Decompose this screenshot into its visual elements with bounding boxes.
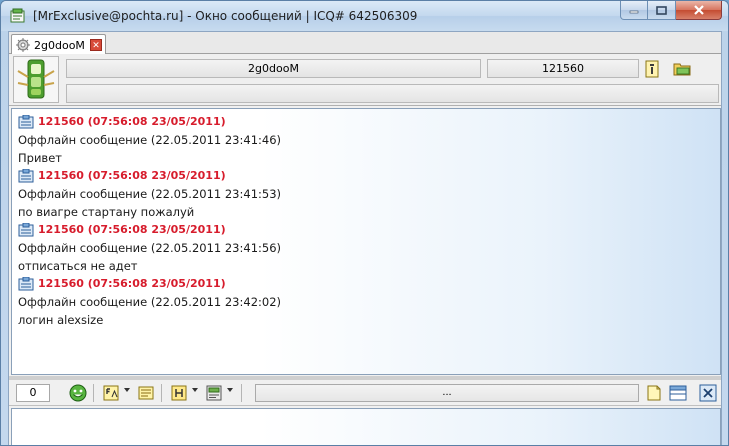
toolbar-separator — [93, 384, 94, 402]
message-window: [MrExclusive@pochta.ru] - Окно сообщений… — [0, 0, 729, 446]
message-item: 121560 (07:56:08 23/05/2011) Оффлайн соо… — [18, 113, 281, 167]
layout-icon[interactable] — [669, 384, 687, 402]
title-bar[interactable]: [MrExclusive@pochta.ru] - Окно сообщений… — [1, 1, 728, 31]
message-input[interactable] — [11, 408, 721, 445]
message-item: 121560 (07:56:08 23/05/2011) Оффлайн соо… — [18, 167, 281, 221]
client-area: 2g0dooM ✕ 2g0dooM 121560 121560 (07:56:0… — [8, 31, 722, 445]
toolbar-separator — [161, 384, 162, 402]
tab-close-button[interactable]: ✕ — [90, 39, 102, 51]
message-header: 121560 (07:56:08 23/05/2011) — [18, 221, 281, 239]
chat-window-icon — [10, 8, 25, 23]
message-history[interactable]: 121560 (07:56:08 23/05/2011) Оффлайн соо… — [11, 108, 721, 375]
message-author: 121560 (07:56:08 23/05/2011) — [38, 169, 226, 182]
contact-status-field[interactable] — [66, 84, 719, 103]
message-text: Привет — [18, 151, 62, 165]
tab-contact[interactable]: 2g0dooM ✕ — [11, 34, 106, 55]
minimize-icon — [629, 10, 639, 14]
send-mode-icon[interactable] — [205, 384, 223, 402]
close-icon: ✕ — [92, 40, 100, 50]
input-status-field[interactable]: ... — [255, 384, 639, 402]
toolbar-separator — [241, 384, 242, 402]
input-toolbar: 0 ... — [9, 380, 721, 406]
minimize-button[interactable] — [620, 1, 648, 20]
contact-uin-field[interactable]: 121560 — [487, 59, 639, 78]
template-icon[interactable] — [137, 384, 155, 402]
message-item: 121560 (07:56:08 23/05/2011) Оффлайн соо… — [18, 221, 281, 275]
message-subject: Оффлайн сообщение (22.05.2011 23:41:46) — [18, 133, 282, 147]
user-info-icon[interactable] — [643, 60, 661, 78]
smile-icon[interactable] — [69, 384, 87, 402]
contact-nick-field[interactable]: 2g0dooM — [66, 59, 481, 78]
maximize-button[interactable] — [648, 1, 676, 20]
close-icon — [693, 5, 704, 15]
traffic-light-avatar-icon — [17, 59, 55, 99]
incoming-message-icon — [18, 169, 34, 183]
format-dropdown-arrow[interactable] — [192, 388, 198, 392]
incoming-message-icon — [18, 277, 34, 291]
font-dropdown-arrow[interactable] — [124, 388, 130, 392]
incoming-message-icon — [18, 223, 34, 237]
message-header: 121560 (07:56:08 23/05/2011) — [18, 167, 281, 185]
text-format-icon[interactable] — [170, 384, 188, 402]
message-text: по виагре стартану пожалуй — [18, 205, 195, 219]
font-icon[interactable] — [102, 384, 120, 402]
message-text: отписаться не адет — [18, 259, 138, 273]
message-item: 121560 (07:56:08 23/05/2011) Оффлайн соо… — [18, 275, 281, 329]
close-icon[interactable] — [699, 384, 717, 402]
message-subject: Оффлайн сообщение (22.05.2011 23:41:53) — [18, 187, 282, 201]
message-author: 121560 (07:56:08 23/05/2011) — [38, 277, 226, 290]
char-counter: 0 — [16, 384, 50, 402]
window-title: [MrExclusive@pochta.ru] - Окно сообщений… — [33, 9, 418, 23]
close-button[interactable] — [676, 1, 722, 20]
contact-info-panel: 2g0dooM 121560 — [9, 54, 721, 106]
message-header: 121560 (07:56:08 23/05/2011) — [18, 113, 281, 131]
message-author: 121560 (07:56:08 23/05/2011) — [38, 223, 226, 236]
message-text: логин alexsize — [18, 313, 104, 327]
gear-status-icon — [16, 38, 30, 52]
folder-history-icon[interactable] — [673, 60, 691, 78]
message-header: 121560 (07:56:08 23/05/2011) — [18, 275, 281, 293]
contact-avatar — [13, 56, 59, 103]
note-icon[interactable] — [645, 384, 663, 402]
tab-strip: 2g0dooM ✕ — [9, 32, 721, 55]
maximize-icon — [656, 5, 667, 15]
window-controls — [620, 1, 722, 21]
tab-label: 2g0dooM — [34, 39, 85, 52]
message-subject: Оффлайн сообщение (22.05.2011 23:41:56) — [18, 241, 282, 255]
message-subject: Оффлайн сообщение (22.05.2011 23:42:02) — [18, 295, 282, 309]
message-author: 121560 (07:56:08 23/05/2011) — [38, 115, 226, 128]
send-mode-dropdown-arrow[interactable] — [227, 388, 233, 392]
incoming-message-icon — [18, 115, 34, 129]
